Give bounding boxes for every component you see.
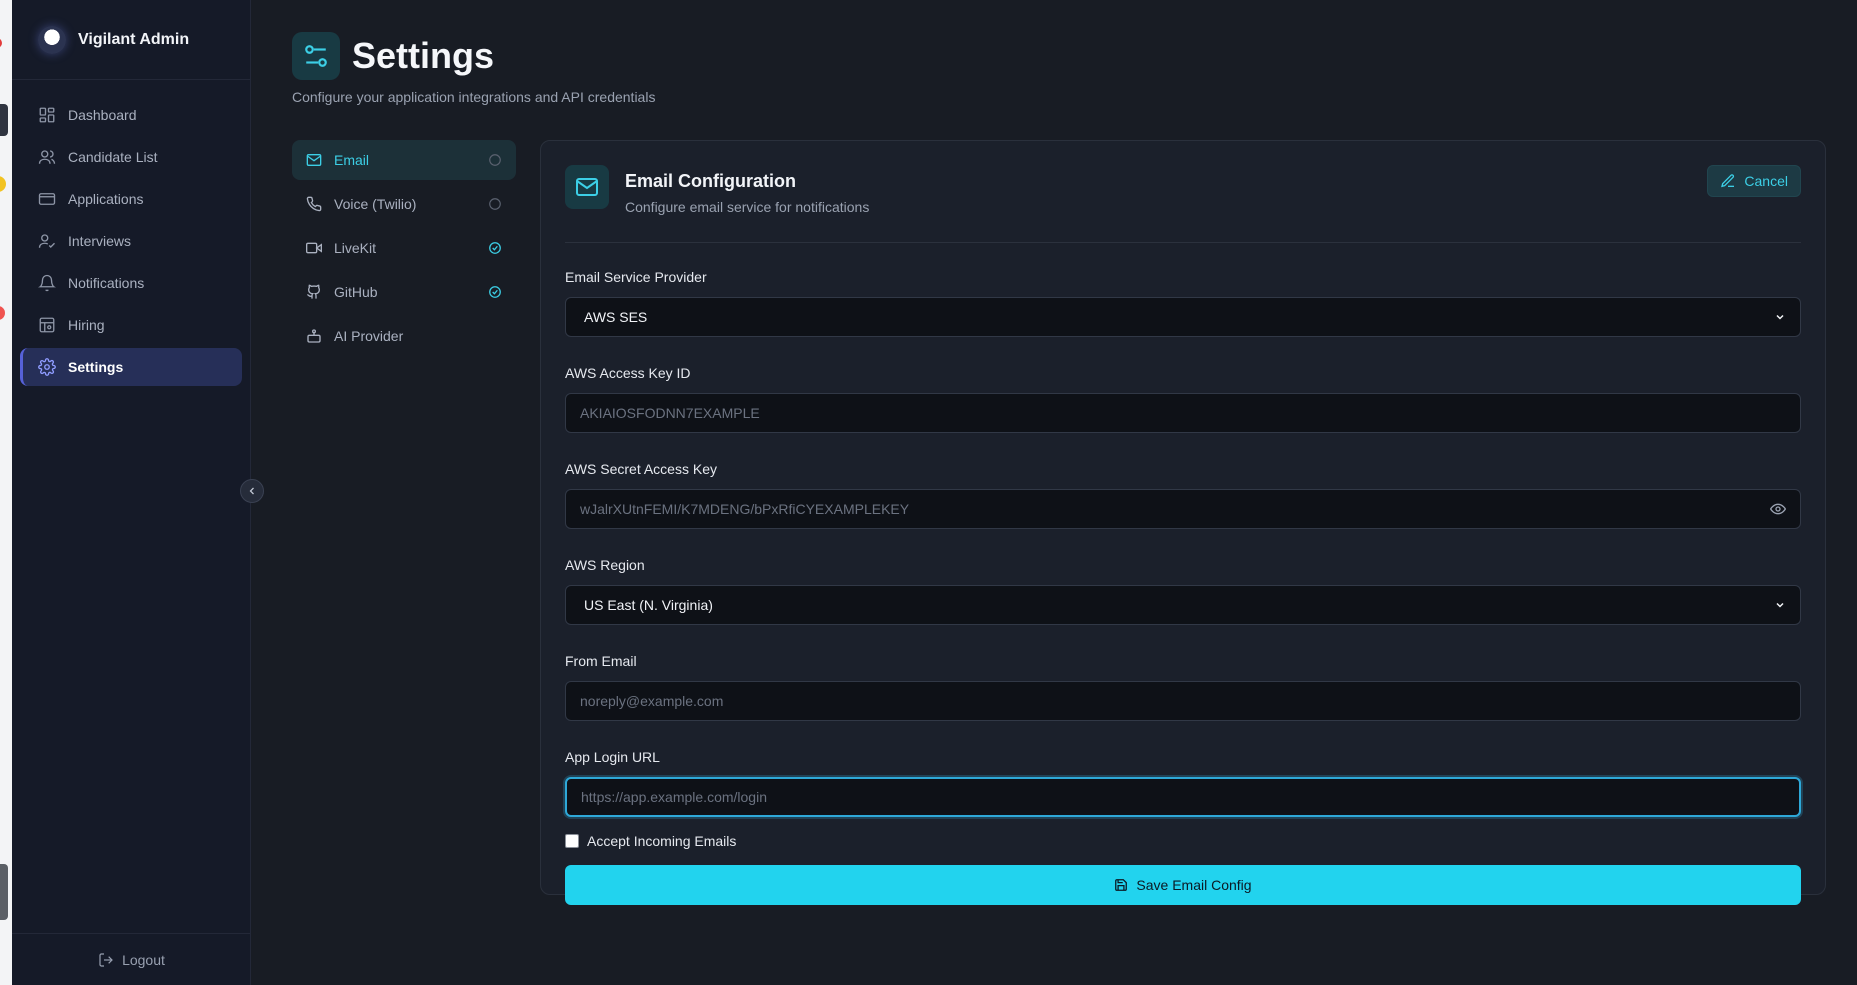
edge-dot [0, 38, 2, 48]
sidebar-item-interviews[interactable]: Interviews [20, 222, 242, 260]
status-circle-icon [488, 197, 502, 211]
sliders-icon [292, 32, 340, 80]
save-label: Save Email Config [1136, 877, 1252, 893]
sidebar-item-label: Candidate List [68, 149, 158, 165]
secret-key-label: AWS Secret Access Key [565, 461, 717, 477]
from-email-input[interactable]: noreply@example.com [565, 681, 1801, 721]
access-key-label: AWS Access Key ID [565, 365, 691, 381]
brand-logo [38, 25, 66, 54]
provider-select[interactable]: AWS SES [565, 297, 1801, 337]
from-email-placeholder: noreply@example.com [580, 693, 724, 709]
sidebar-item-settings[interactable]: Settings [20, 348, 242, 386]
cancel-button[interactable]: Cancel [1707, 165, 1801, 197]
sidebar-item-dashboard[interactable]: Dashboard [20, 96, 242, 134]
brand[interactable]: Vigilant Admin [12, 0, 250, 80]
brand-name: Vigilant Admin [78, 30, 190, 48]
card-title: Email Configuration [625, 171, 796, 191]
edge-dot [0, 176, 6, 192]
access-key-placeholder: AKIAIOSFODNN7EXAMPLE [580, 405, 760, 421]
page-title: Settings [352, 35, 495, 76]
sidebar-item-candidate-list[interactable]: Candidate List [20, 138, 242, 176]
sidebar-item-hiring[interactable]: Hiring [20, 306, 242, 344]
user-check-icon [38, 232, 56, 250]
sidebar-item-label: Hiring [68, 317, 105, 333]
status-circle-icon [488, 153, 502, 167]
github-icon [306, 284, 322, 300]
save-icon [1114, 878, 1128, 892]
incoming-email-label: Accept Incoming Emails [587, 833, 737, 849]
hiring-icon [38, 316, 56, 334]
sidebar-item-label: Dashboard [68, 107, 137, 123]
sidebar-item-label: Settings [68, 359, 124, 375]
dashboard-icon [38, 106, 56, 124]
users-icon [38, 148, 56, 166]
region-value: US East (N. Virginia) [584, 597, 713, 613]
email-config-form: Email Service Provider AWS SES AWS Acces… [565, 269, 1801, 905]
logout-icon [98, 952, 114, 968]
main-content: Settings Configure your application inte… [292, 0, 1857, 985]
gear-icon [38, 358, 56, 376]
bell-icon [38, 274, 56, 292]
page-subtitle: Configure your application integrations … [292, 89, 656, 105]
edge-bar [0, 104, 8, 136]
logout-button[interactable]: Logout [12, 933, 251, 985]
chevron-down-icon [1774, 599, 1786, 611]
tab-voice-twilio[interactable]: Voice (Twilio) [292, 184, 516, 224]
incoming-email-checkbox[interactable] [565, 834, 579, 848]
email-config-card: Email Configuration Configure email serv… [540, 140, 1826, 905]
card-description: Configure email service for notification… [625, 199, 870, 215]
tab-email[interactable]: Email [292, 140, 516, 180]
save-email-config-button[interactable]: Save Email Config [565, 865, 1801, 905]
region-label: AWS Region [565, 557, 645, 573]
eye-icon[interactable] [1770, 501, 1786, 517]
background-window-edge [0, 0, 12, 985]
tab-label: GitHub [334, 284, 378, 300]
sidebar-item-label: Applications [68, 191, 144, 207]
login-url-label: App Login URL [565, 749, 660, 765]
settings-tabs: Email Voice (Twilio) LiveKit GitHub AI P… [292, 140, 516, 360]
card-header: Email Configuration Configure email serv… [565, 165, 1801, 243]
sidebar-item-notifications[interactable]: Notifications [20, 264, 242, 302]
cancel-label: Cancel [1744, 173, 1788, 189]
provider-value: AWS SES [584, 309, 648, 325]
mail-icon [565, 165, 609, 209]
incoming-email-option: Accept Incoming Emails [565, 833, 1801, 849]
bot-icon [306, 328, 322, 344]
tab-label: LiveKit [334, 240, 377, 256]
tab-label: AI Provider [334, 328, 404, 344]
login-url-placeholder: https://app.example.com/login [581, 789, 767, 805]
region-select[interactable]: US East (N. Virginia) [565, 585, 1801, 625]
edge-bar [0, 864, 8, 920]
applications-icon [38, 190, 56, 208]
tab-label: Email [334, 152, 370, 168]
mail-icon [306, 152, 322, 168]
check-circle-icon [488, 285, 502, 299]
secret-key-input[interactable]: wJalrXUtnFEMI/K7MDENG/bPxRfiCYEXAMPLEKEY [565, 489, 1801, 529]
access-key-input[interactable]: AKIAIOSFODNN7EXAMPLE [565, 393, 1801, 433]
logout-label: Logout [122, 951, 165, 968]
sidebar-item-label: Interviews [68, 233, 132, 249]
tab-livekit[interactable]: LiveKit [292, 228, 516, 268]
tab-label: Voice (Twilio) [334, 196, 417, 212]
tab-ai-provider[interactable]: AI Provider [292, 316, 516, 356]
chevron-down-icon [1774, 311, 1786, 323]
edit-icon [1720, 173, 1736, 189]
tab-github[interactable]: GitHub [292, 272, 516, 312]
sidebar-item-label: Notifications [68, 275, 145, 291]
sidebar-item-applications[interactable]: Applications [20, 180, 242, 218]
login-url-input[interactable]: https://app.example.com/login [565, 777, 1801, 817]
edge-dot [0, 306, 5, 320]
video-icon [306, 240, 322, 256]
collapse-sidebar-button[interactable] [240, 479, 264, 503]
check-circle-icon [488, 241, 502, 255]
chevron-left-icon [246, 485, 258, 497]
from-email-label: From Email [565, 653, 637, 669]
page-header: Settings [292, 32, 494, 80]
secret-key-placeholder: wJalrXUtnFEMI/K7MDENG/bPxRfiCYEXAMPLEKEY [580, 501, 910, 517]
sidebar: Vigilant Admin Dashboard Candidate List … [12, 0, 251, 985]
phone-icon [306, 196, 322, 212]
provider-label: Email Service Provider [565, 269, 707, 285]
sidebar-nav: Dashboard Candidate List Applications In… [12, 80, 250, 386]
